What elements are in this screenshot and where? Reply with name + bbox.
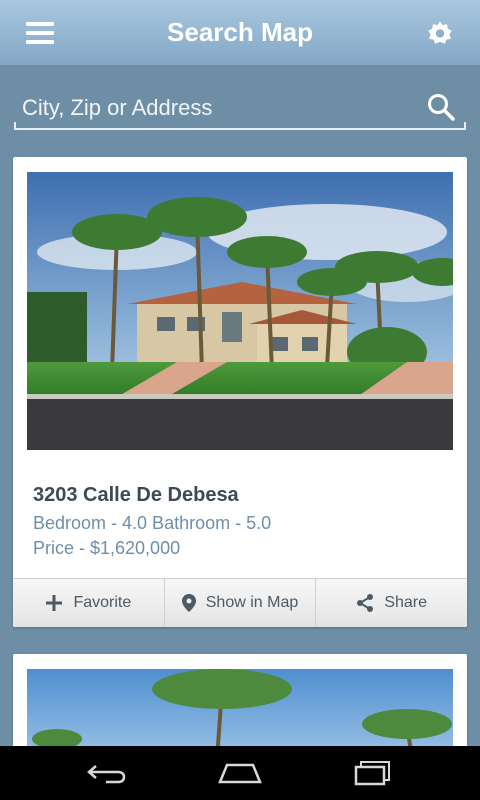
listing-price: Price - $1,620,000: [33, 538, 181, 558]
search-icon[interactable]: [426, 92, 456, 122]
gear-icon[interactable]: [426, 19, 454, 47]
recent-apps-button[interactable]: [343, 753, 403, 793]
home-icon: [218, 763, 262, 784]
back-button[interactable]: [77, 753, 137, 793]
listing-card[interactable]: 3203 Calle De Debesa Bedroom - 4.0 Bathr…: [13, 157, 467, 627]
listing-card[interactable]: [13, 654, 467, 754]
listing-address: 3203 Calle De Debesa: [33, 484, 239, 506]
search-input[interactable]: [14, 88, 414, 128]
show-in-map-button[interactable]: Show in Map: [165, 579, 317, 627]
listing-actions: Favorite Show in Map Share: [13, 578, 467, 627]
listing-photo[interactable]: [27, 172, 453, 450]
share-label: Share: [384, 594, 428, 611]
system-nav-bar: [0, 746, 480, 800]
search-underline: [14, 128, 466, 130]
listing-photo[interactable]: [27, 669, 453, 754]
recent-apps-icon: [355, 761, 391, 786]
back-icon: [86, 765, 125, 784]
favorite-label: Favorite: [73, 594, 132, 611]
favorite-button[interactable]: Favorite: [13, 579, 165, 627]
plus-icon: [46, 595, 63, 611]
page-title: Search Map: [167, 17, 313, 47]
app-header: Search Map: [0, 0, 480, 66]
search-bar: [14, 88, 466, 132]
home-button[interactable]: [210, 753, 270, 793]
share-icon: [357, 594, 374, 612]
share-button[interactable]: Share: [316, 579, 467, 627]
show-in-map-label: Show in Map: [205, 594, 299, 611]
listing-details: Bedroom - 4.0 Bathroom - 5.0: [33, 513, 272, 533]
map-pin-icon: [181, 594, 196, 612]
